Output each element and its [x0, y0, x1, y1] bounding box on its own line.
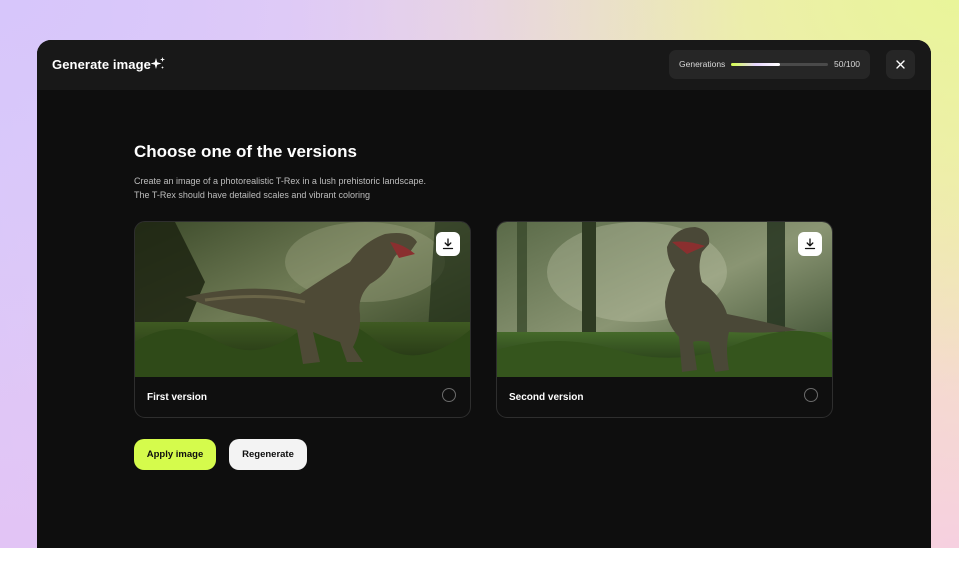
first-version-image	[135, 222, 470, 377]
second-version-radio[interactable]	[804, 388, 818, 402]
second-version-image	[497, 222, 832, 377]
dialog-header: Generate image Generations 50/100	[37, 40, 931, 90]
second-version-label: Second version	[509, 392, 584, 403]
generations-progress-track	[731, 63, 828, 66]
generations-label: Generations	[679, 59, 726, 69]
generate-image-dialog: Generate image Generations 50/100 Choose…	[37, 40, 931, 548]
page-title: Choose one of the versions	[134, 142, 357, 161]
download-button-first[interactable]	[436, 232, 460, 256]
first-version-radio[interactable]	[442, 388, 456, 402]
generations-count: 50/100	[834, 59, 860, 69]
generations-progress-fill	[731, 63, 780, 66]
download-button-second[interactable]	[798, 232, 822, 256]
close-button[interactable]	[886, 50, 915, 79]
download-icon	[442, 238, 454, 250]
first-version-label: First version	[147, 392, 208, 403]
version-card-first[interactable]: First version	[134, 221, 471, 418]
apply-image-button[interactable]: Apply image	[134, 439, 216, 470]
generations-meter: Generations 50/100	[669, 50, 870, 79]
version-card-second[interactable]: Second version	[496, 221, 833, 418]
dialog-title: Generate image	[52, 57, 151, 72]
prompt-line-1: Create an image of a photorealistic T-Re…	[134, 176, 426, 186]
regenerate-button[interactable]: Regenerate	[229, 439, 307, 470]
sparkle-icon	[150, 56, 166, 72]
prompt-line-2: The T-Rex should have detailed scales an…	[134, 190, 370, 200]
download-icon	[804, 238, 816, 250]
prompt-description: Create an image of a photorealistic T-Re…	[134, 174, 494, 202]
close-icon	[896, 60, 905, 69]
